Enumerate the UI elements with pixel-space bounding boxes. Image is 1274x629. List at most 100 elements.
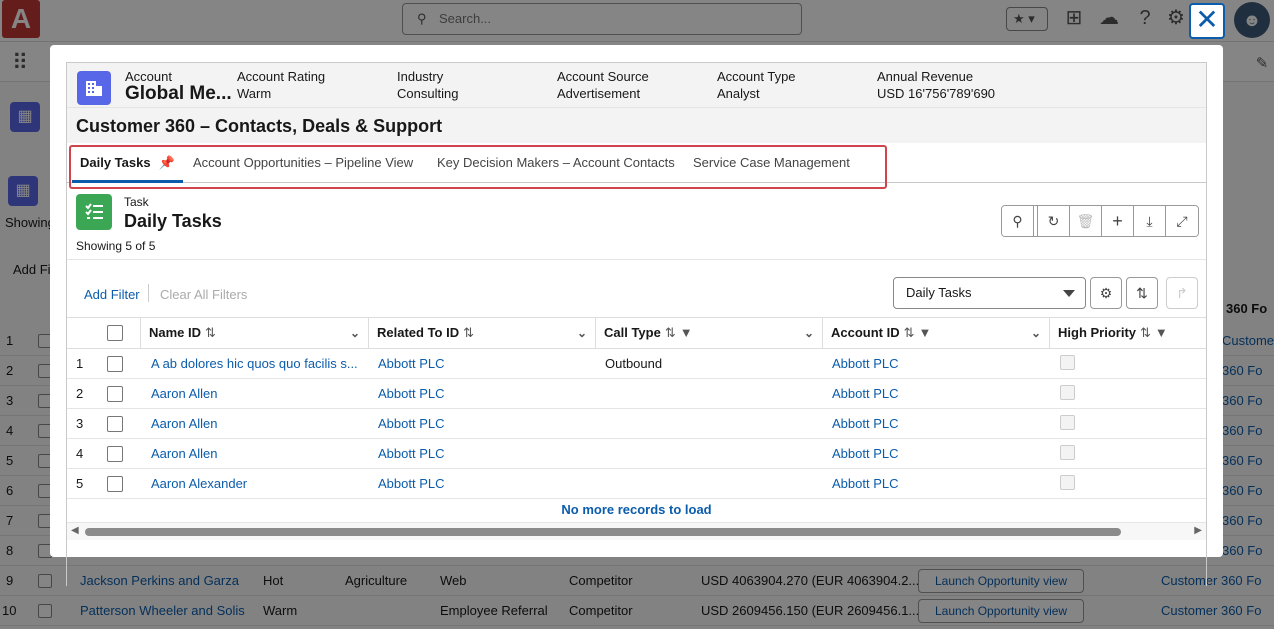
related-to-link[interactable]: Abbott PLC <box>378 409 445 439</box>
select-all-checkbox[interactable] <box>107 325 123 341</box>
account-icon <box>77 71 111 105</box>
row-checkbox[interactable] <box>107 356 123 372</box>
table-row[interactable]: 2 Aaron Allen Abbott PLC Abbott PLC <box>67 379 1206 409</box>
filter-icon[interactable]: ▼ <box>919 325 932 340</box>
column-high-priority[interactable]: High Priority ⇅ ▼ <box>1050 318 1206 348</box>
table-row[interactable]: 4 Aaron Allen Abbott PLC Abbott PLC <box>67 439 1206 469</box>
modal-panel: Account Global Me... Account Rating Warm… <box>66 62 1207 586</box>
task-name-link[interactable]: Aaron Allen <box>151 409 361 439</box>
select-column <box>67 318 141 348</box>
tab-service-case-management[interactable]: Service Case Management <box>693 143 850 183</box>
header-field-industry: Industry Consulting <box>397 69 459 101</box>
sort-icon: ⇅ <box>205 325 216 340</box>
chevron-down-icon[interactable]: ⌄ <box>804 318 814 348</box>
sort-button[interactable]: ⇅ <box>1126 277 1158 309</box>
account-name: Global Me... <box>125 83 232 104</box>
related-to-link[interactable]: Abbott PLC <box>378 349 445 379</box>
column-account-id[interactable]: Account ID ⇅ ▼ ⌄ <box>823 318 1050 348</box>
row-checkbox[interactable] <box>107 386 123 402</box>
account-link[interactable]: Abbott PLC <box>832 409 899 439</box>
task-name-link[interactable]: Aaron Allen <box>151 439 361 469</box>
export-button[interactable]: ⤓ <box>1134 206 1166 236</box>
pin-icon[interactable]: 📌 <box>159 143 175 183</box>
task-name-link[interactable]: Aaron Alexander <box>151 469 361 499</box>
header-field-account-type: Account Type Analyst <box>717 69 796 101</box>
scrollbar-thumb[interactable] <box>85 528 1121 536</box>
high-priority-checkbox <box>1060 355 1075 370</box>
table-row[interactable]: 3 Aaron Allen Abbott PLC Abbott PLC <box>67 409 1206 439</box>
refresh-button[interactable]: ↻ <box>1038 206 1070 236</box>
gear-icon: ⚙ <box>1099 284 1113 301</box>
sort-icon: ⇅ <box>903 325 915 340</box>
sort-icon: ⇅ <box>664 325 676 340</box>
filter-icon[interactable]: ▼ <box>680 325 693 340</box>
sort-icon: ⇅ <box>1136 284 1148 301</box>
account-link[interactable]: Abbott PLC <box>832 349 899 379</box>
task-name-link[interactable]: Aaron Allen <box>151 379 361 409</box>
high-priority-checkbox <box>1060 415 1075 430</box>
horizontal-scrollbar[interactable]: ◀ ▶ <box>67 522 1206 540</box>
column-name-id[interactable]: Name ID ⇅ ⌄ <box>141 318 369 348</box>
object-label: Task <box>124 195 149 209</box>
row-checkbox[interactable] <box>107 476 123 492</box>
chevron-down-icon[interactable]: ⌄ <box>1031 318 1041 348</box>
scroll-right-icon[interactable]: ▶ <box>1194 525 1202 536</box>
related-to-link[interactable]: Abbott PLC <box>378 469 445 499</box>
modal-close-button[interactable]: ✕ <box>1189 3 1225 39</box>
sort-icon: ⇅ <box>1140 325 1151 340</box>
new-button[interactable]: + <box>1102 206 1134 236</box>
row-checkbox[interactable] <box>107 416 123 432</box>
header-field-account-source: Account Source Advertisement <box>557 69 649 101</box>
list-title: Daily Tasks <box>124 211 222 231</box>
plus-icon: + <box>1112 210 1123 231</box>
account-link[interactable]: Abbott PLC <box>832 469 899 499</box>
header-field-account: Account Global Me... <box>125 69 232 104</box>
chevron-down-icon <box>1063 290 1075 297</box>
trash-icon: 🗑 <box>1076 212 1095 229</box>
table-row[interactable]: 1 A ab dolores hic quos quo facilis s...… <box>67 349 1206 379</box>
close-icon: ✕ <box>1195 4 1219 35</box>
tab-key-decision-makers[interactable]: Key Decision Makers – Account Contacts <box>437 143 675 183</box>
table-header: Name ID ⇅ ⌄ Related To ID ⇅ ⌄ Call Type ⇅ ▼ ⌄ A… <box>67 317 1206 349</box>
related-to-link[interactable]: Abbott PLC <box>378 379 445 409</box>
tab-account-opportunities[interactable]: Account Opportunities – Pipeline View <box>193 143 413 183</box>
table-row[interactable]: 5 Aaron Alexander Abbott PLC Abbott PLC <box>67 469 1206 499</box>
share-icon: ↱ <box>1176 284 1188 301</box>
no-more-records-message: No more records to load <box>561 502 712 517</box>
high-priority-checkbox <box>1060 385 1075 400</box>
expand-button[interactable]: ⤢ <box>1166 206 1198 236</box>
search-icon: ⚲ <box>1012 212 1023 229</box>
column-call-type[interactable]: Call Type ⇅ ▼ ⌄ <box>596 318 823 348</box>
list-actions-group: ⚲ ↻ 🗑 + ⤓ ⤢ <box>1001 205 1199 237</box>
record-count: Showing 5 of 5 <box>76 239 156 253</box>
share-button[interactable]: ↱ <box>1166 277 1198 309</box>
account-link[interactable]: Abbott PLC <box>832 439 899 469</box>
tab-bar: Daily Tasks 📌 Account Opportunities – Pip… <box>67 143 1206 183</box>
column-related-to-id[interactable]: Related To ID ⇅ ⌄ <box>369 318 596 348</box>
refresh-icon: ↻ <box>1047 212 1060 229</box>
delete-button[interactable]: 🗑 <box>1070 206 1102 236</box>
tab-daily-tasks[interactable]: Daily Tasks 📌 <box>72 143 183 183</box>
related-to-link[interactable]: Abbott PLC <box>378 439 445 469</box>
download-icon: ⤓ <box>1146 212 1153 229</box>
sort-icon: ⇅ <box>463 325 475 340</box>
record-header: Account Global Me... Account Rating Warm… <box>67 63 1206 107</box>
high-priority-checkbox <box>1060 445 1075 460</box>
filter-icon[interactable]: ▼ <box>1155 325 1168 340</box>
call-type-value: Outbound <box>605 356 663 371</box>
chevron-down-icon[interactable]: ⌄ <box>350 318 360 348</box>
row-checkbox[interactable] <box>107 446 123 462</box>
chevron-down-icon[interactable]: ⌄ <box>577 318 587 348</box>
search-button[interactable]: ⚲ <box>1002 206 1034 236</box>
scroll-left-icon[interactable]: ◀ <box>71 525 79 536</box>
page-title: Customer 360 – Contacts, Deals & Support <box>67 107 1206 143</box>
task-icon <box>76 194 112 230</box>
settings-button[interactable]: ⚙ <box>1090 277 1122 309</box>
account-link[interactable]: Abbott PLC <box>832 379 899 409</box>
list-view-select[interactable]: Daily Tasks <box>893 277 1086 309</box>
expand-icon: ⤢ <box>1176 212 1188 229</box>
clear-all-filters-link[interactable]: Clear All Filters <box>160 287 247 302</box>
task-name-link[interactable]: A ab dolores hic quos quo facilis s... <box>151 349 361 379</box>
high-priority-checkbox <box>1060 475 1075 490</box>
add-filter-link[interactable]: Add Filter <box>84 287 140 302</box>
